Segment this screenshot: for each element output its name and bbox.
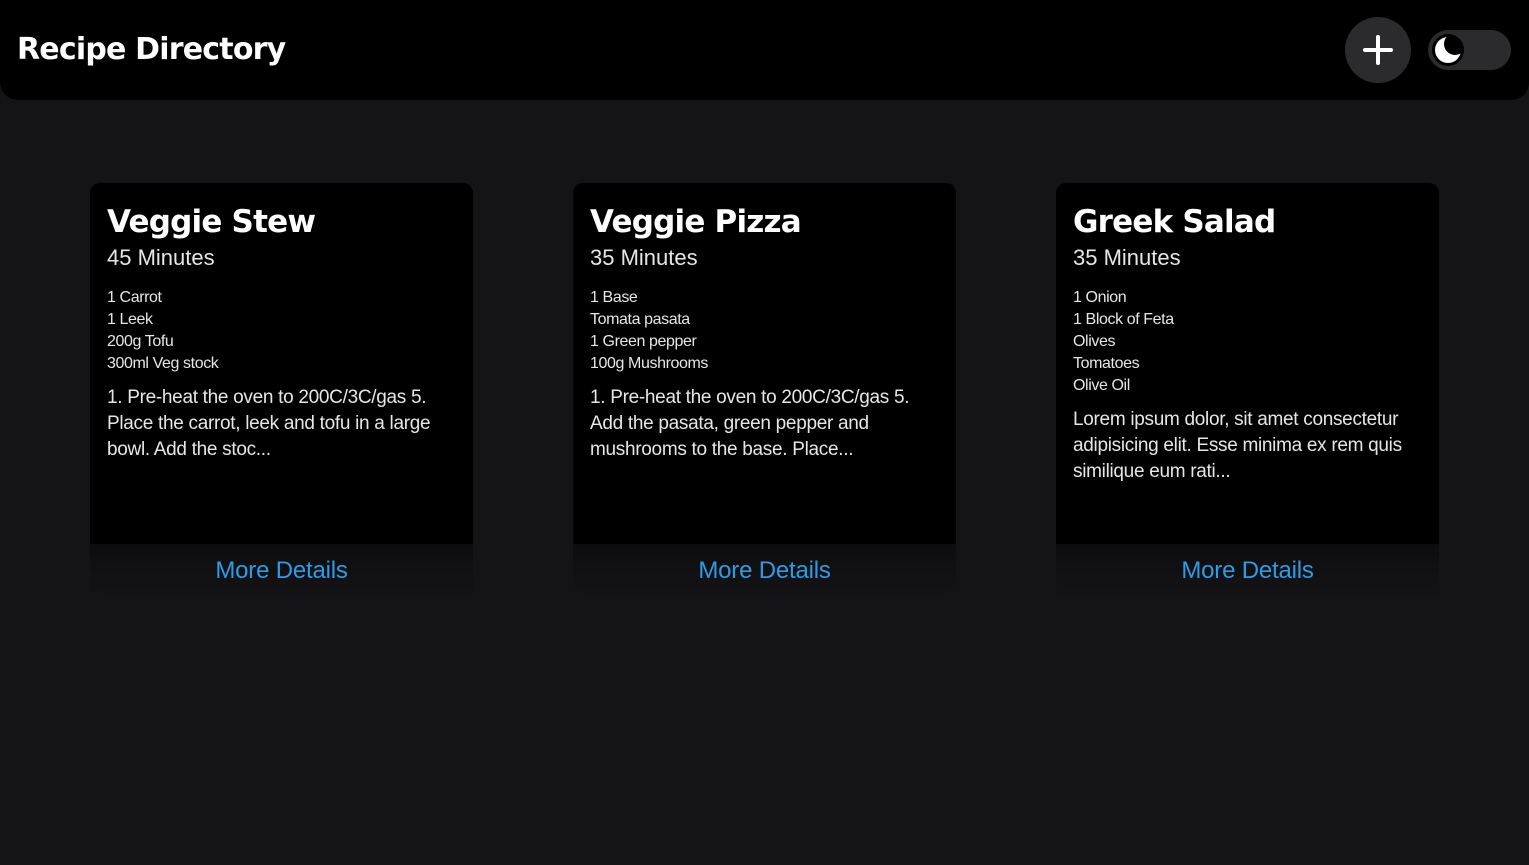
page-title: Recipe Directory: [17, 32, 286, 67]
more-details-link[interactable]: More Details: [698, 557, 831, 585]
card-footer: More Details: [90, 544, 473, 598]
ingredient-list: 1 Base Tomata pasata 1 Green pepper 100g…: [590, 287, 939, 375]
ingredient-item: Olives: [1073, 333, 1116, 350]
ingredient-item: 1 Leek: [107, 311, 153, 328]
card-footer: More Details: [1056, 544, 1439, 598]
more-details-link[interactable]: More Details: [1181, 557, 1314, 585]
ingredient-item: Tomatoes: [1073, 355, 1140, 372]
recipe-card-list: Veggie Stew 45 Minutes 1 Carrot 1 Leek 2…: [90, 183, 1439, 598]
ingredient-item: Tomata pasata: [590, 311, 690, 328]
card-footer: More Details: [573, 544, 956, 598]
recipe-time: 45 Minutes: [107, 245, 215, 270]
recipe-card: Veggie Pizza 35 Minutes 1 Base Tomata pa…: [573, 183, 956, 598]
ingredient-item: 1 Block of Feta: [1073, 311, 1174, 328]
ingredient-item: 300ml Veg stock: [107, 355, 219, 372]
recipe-time: 35 Minutes: [1073, 245, 1181, 270]
theme-toggle[interactable]: [1428, 30, 1511, 70]
toggle-knob: [1432, 34, 1464, 66]
recipe-title: Greek Salad: [1073, 204, 1276, 240]
ingredient-item: 1 Carrot: [107, 289, 162, 306]
ingredient-item: Olive Oil: [1073, 377, 1130, 394]
recipe-method-preview: 1. Pre-heat the oven to 200C/3C/gas 5. P…: [107, 387, 431, 460]
moon-icon: [1435, 37, 1461, 63]
ingredient-item: 1 Onion: [1073, 289, 1127, 306]
ingredient-item: 1 Green pepper: [590, 333, 697, 350]
plus-icon: [1363, 35, 1393, 65]
recipe-card: Veggie Stew 45 Minutes 1 Carrot 1 Leek 2…: [90, 183, 473, 598]
ingredient-item: 200g Tofu: [107, 333, 174, 350]
more-details-link[interactable]: More Details: [215, 557, 348, 585]
ingredient-item: 1 Base: [590, 289, 638, 306]
recipe-title: Veggie Stew: [107, 204, 316, 240]
ingredient-list: 1 Carrot 1 Leek 200g Tofu 300ml Veg stoc…: [107, 287, 456, 375]
ingredient-list: 1 Onion 1 Block of Feta Olives Tomatoes …: [1073, 287, 1422, 397]
add-recipe-button[interactable]: [1345, 17, 1411, 83]
recipe-time: 35 Minutes: [590, 245, 698, 270]
recipe-card: Greek Salad 35 Minutes 1 Onion 1 Block o…: [1056, 183, 1439, 598]
app-header: Recipe Directory: [0, 0, 1529, 100]
recipe-title: Veggie Pizza: [590, 204, 802, 240]
ingredient-item: 100g Mushrooms: [590, 355, 709, 372]
recipe-method-preview: 1. Pre-heat the oven to 200C/3C/gas 5. A…: [590, 387, 910, 460]
recipe-method-preview: Lorem ipsum dolor, sit amet consectetur …: [1073, 409, 1402, 482]
